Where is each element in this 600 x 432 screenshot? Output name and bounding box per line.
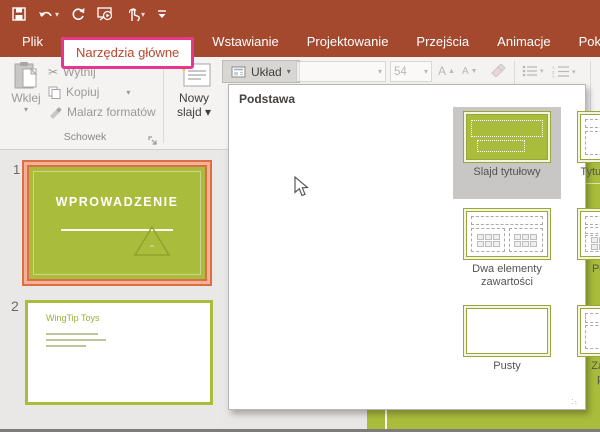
clear-formatting-button[interactable] (490, 64, 506, 82)
copy-label: Kopiuj (66, 85, 99, 99)
layout-thumbnail (577, 208, 600, 260)
layout-option-label: Pusty (453, 360, 561, 373)
layout-option-title-content[interactable]: Tytuł i zawartość (567, 107, 600, 179)
svg-text:3: 3 (552, 75, 555, 79)
powerpoint-window: ▾ ▾ Plik Narzędzia główne Wstawianie Pro… (0, 0, 600, 432)
slide-thumbnail-1[interactable]: WPROWADZENIE (22, 160, 212, 286)
tab-animations[interactable]: Animacje (483, 28, 564, 57)
tab-transitions[interactable]: Przejścia (402, 28, 483, 57)
layout-thumbnail (577, 111, 600, 163)
layout-option-label: Slajd tytułowy (453, 166, 561, 179)
slide-number: 1 (13, 162, 20, 177)
slide1-title: WPROWADZENIE (29, 195, 205, 209)
copy-icon (48, 86, 61, 99)
format-painter-label: Malarz formatów (67, 105, 156, 119)
mouse-cursor (294, 176, 309, 197)
slide-number: 2 (11, 298, 19, 314)
triangle-shape (133, 225, 171, 257)
layout-option-comparison[interactable]: Porównanie (567, 204, 600, 276)
increase-font-button[interactable]: A▲ (438, 64, 455, 78)
format-painter-button[interactable]: Malarz formatów (48, 103, 156, 121)
scissors-icon: ✂ (48, 65, 58, 79)
font-size-value: 54 (394, 66, 407, 78)
slide2-text-line (46, 333, 98, 335)
format-painter-icon (48, 106, 62, 119)
tab-insert[interactable]: Wstawianie (198, 28, 292, 57)
layout-dropdown-menu: Podstawa Slajd tytułowyTytuł i zawartość… (228, 84, 586, 410)
font-size-combo[interactable]: 54▾ (390, 61, 432, 82)
tab-design[interactable]: Projektowanie (293, 28, 403, 57)
layout-thumbnail (463, 208, 551, 260)
layout-menu-theme-title: Podstawa (239, 92, 295, 106)
quick-access-toolbar: ▾ ▾ (0, 0, 600, 28)
slide2-text-line (46, 339, 106, 341)
decrease-font-button[interactable]: A▼ (462, 66, 478, 77)
layout-label: Układ (251, 65, 282, 79)
layout-button[interactable]: Układ ▾ (222, 60, 300, 83)
layout-thumbnail (463, 111, 551, 163)
copy-button[interactable]: Kopiuj ▾ (48, 83, 130, 101)
numbering-button[interactable]: 123▾ (552, 65, 576, 78)
paste-label: Wklej (11, 91, 40, 105)
slide-thumbnail-2[interactable]: WingTip Toys (25, 300, 213, 405)
tab-slideshow[interactable]: Pokaz slajdów (565, 28, 600, 57)
font-name-combo[interactable]: ▾ (296, 61, 386, 82)
slide2-text-line (46, 345, 86, 347)
layout-option-title[interactable]: Slajd tytułowy (453, 107, 561, 199)
dialog-launcher-icon[interactable] (148, 133, 158, 151)
annotation-highlight: Narzędzia główne (61, 39, 194, 57)
slide2-title: WingTip Toys (46, 313, 100, 323)
layout-option-blank[interactable]: Pusty (453, 301, 561, 373)
layout-icon (231, 66, 246, 78)
paste-dropdown-arrow[interactable]: ▾ (24, 105, 28, 114)
layout-option-label: Zawartość z podpisem (567, 360, 600, 385)
ribbon-tab-bar: Plik Narzędzia główne Wstawianie Projekt… (0, 28, 600, 57)
new-slide-button[interactable]: Nowy slajd ▾ (170, 61, 218, 145)
save-icon[interactable] (8, 3, 30, 25)
bullets-button[interactable]: ▾ (522, 65, 544, 77)
layout-option-label: Dwa elementy zawartości (453, 263, 561, 288)
touch-mouse-mode-icon[interactable]: ▾ (122, 3, 149, 25)
tab-file[interactable]: Plik (8, 28, 57, 57)
tab-home[interactable]: Narzędzia główne (61, 37, 194, 69)
layout-option-two-content[interactable]: Dwa elementy zawartości (453, 204, 561, 288)
new-slide-label: Nowy slajd ▾ (172, 92, 216, 120)
layout-option-label: Porównanie (567, 263, 600, 276)
layout-option-content-caption[interactable]: Zawartość z podpisem (567, 301, 600, 385)
slide-inner-frame (33, 171, 201, 275)
copy-dropdown-arrow[interactable]: ▾ (126, 88, 130, 97)
clipboard-group-label: Schowek (30, 131, 140, 143)
customize-toolbar-icon[interactable] (153, 3, 171, 25)
clipboard-icon (13, 61, 39, 91)
layout-option-label: Tytuł i zawartość (567, 166, 600, 179)
resize-grip-icon[interactable]: ·.·· (571, 398, 581, 406)
layout-thumbnail (463, 305, 551, 357)
layout-dropdown-arrow: ▾ (287, 67, 291, 76)
layout-thumbnail (577, 305, 600, 357)
start-presentation-icon[interactable] (93, 3, 118, 25)
redo-icon[interactable] (67, 3, 89, 25)
undo-icon[interactable]: ▾ (34, 3, 63, 25)
